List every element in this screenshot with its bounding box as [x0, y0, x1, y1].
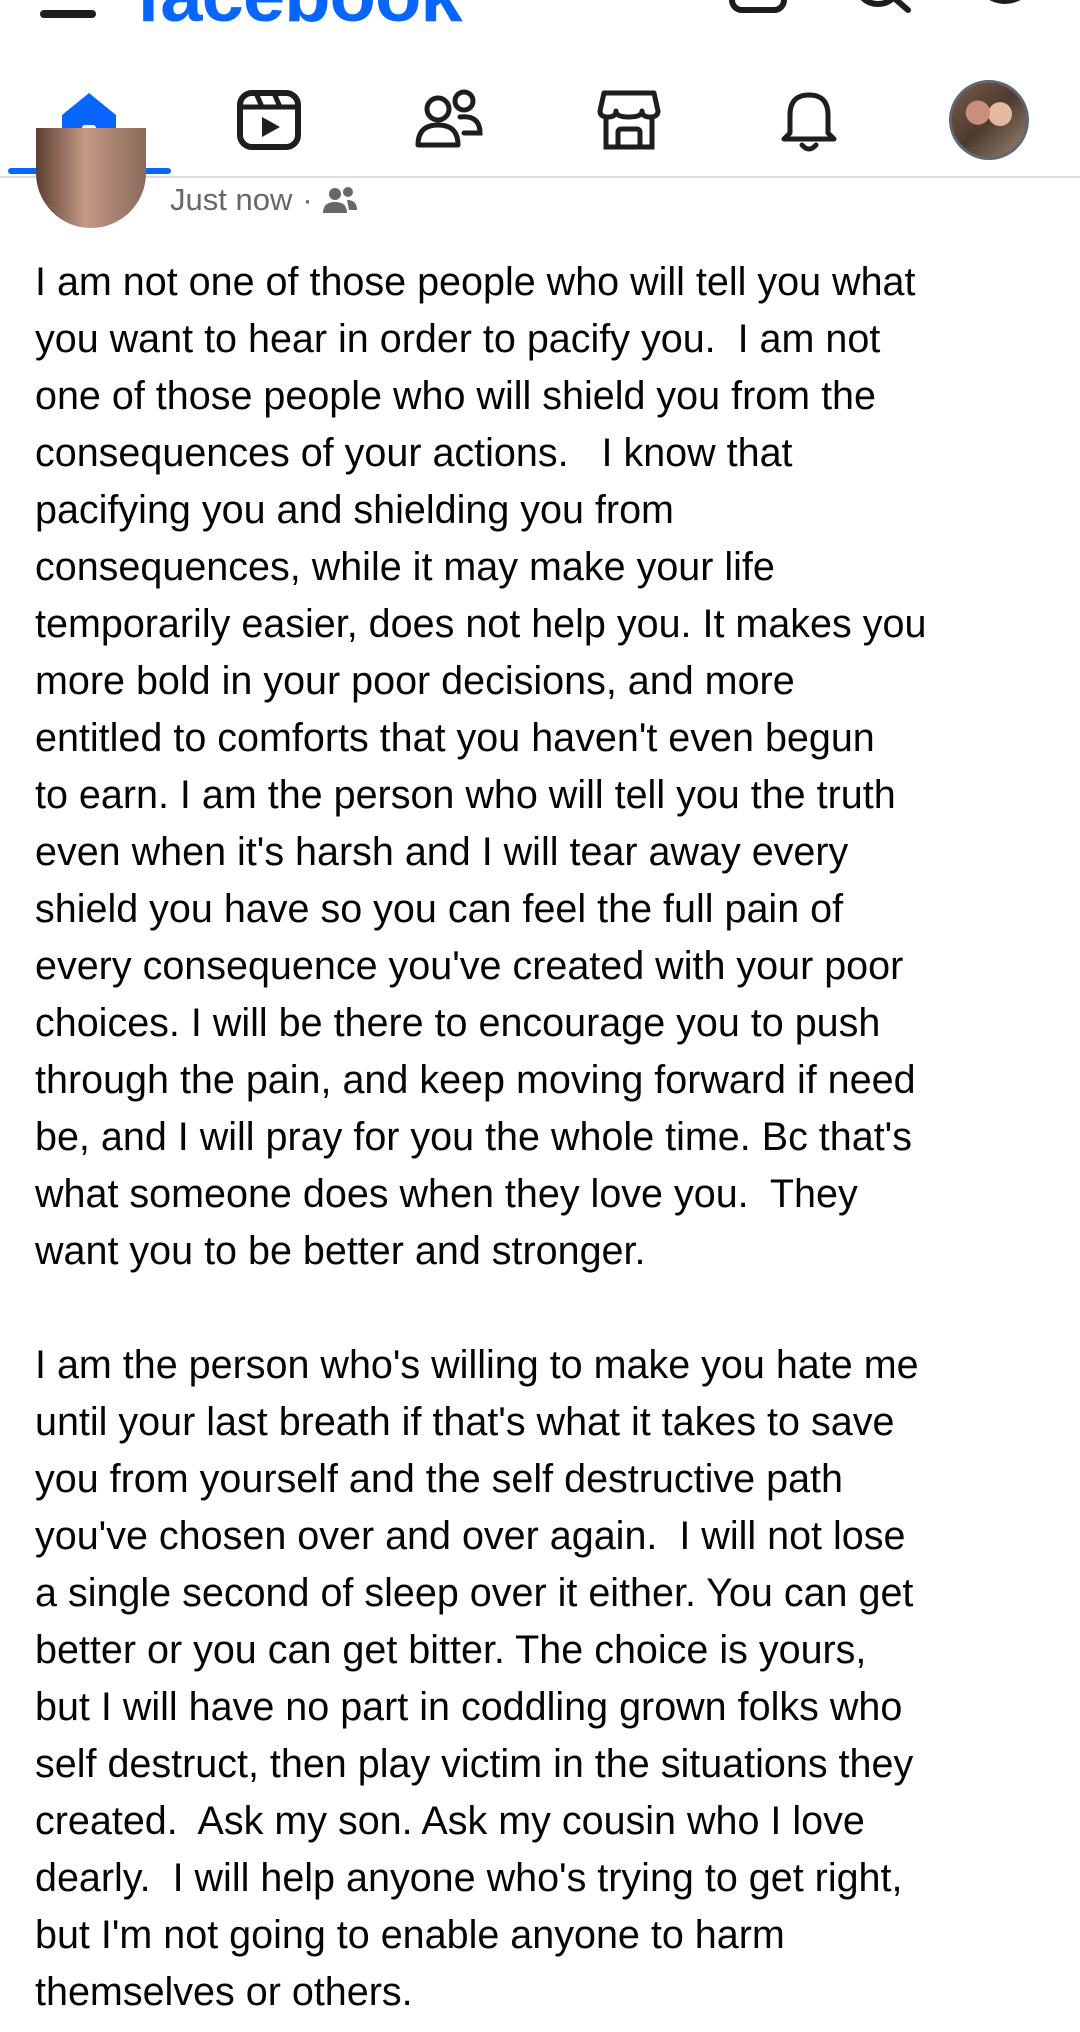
post-text-line: consequences of your actions. I know tha… [35, 431, 793, 475]
post-text-line: temporarily easier, does not help you. I… [35, 602, 927, 646]
post-text-line: a single second of sleep over it either.… [35, 1571, 914, 1615]
post-text-line: every consequence you've created with yo… [35, 944, 904, 988]
post-text-line: you want to hear in order to pacify you.… [35, 317, 881, 361]
top-bar: facebook [0, 0, 1080, 40]
main-nav [0, 64, 1080, 178]
post-text-line: what someone does when they love you. Th… [35, 1172, 858, 1216]
post-text-line: I am not one of those people who will te… [35, 260, 916, 304]
post-timestamp[interactable]: Just now [170, 182, 292, 218]
bell-icon [781, 92, 837, 152]
post-text-line: through the pain, and keep moving forwar… [35, 1058, 916, 1102]
author-avatar[interactable] [36, 128, 146, 228]
post-text-line: dearly. I will help anyone who's trying … [35, 1856, 903, 1900]
post-text-line: until your last breath if that's what it… [35, 1400, 895, 1444]
post-text-line: shield you have so you can feel the full… [35, 887, 844, 931]
friends-icon [415, 89, 483, 148]
meta-separator: · [302, 182, 313, 217]
post-text-line: pacifying you and shielding you from [35, 488, 674, 532]
search-icon[interactable] [848, 0, 918, 22]
post-text-line: I am the person who's willing to make yo… [35, 1343, 919, 1387]
post-text-line: but I'm not going to enable anyone to ha… [35, 1913, 785, 1957]
tab-notifications[interactable] [744, 64, 874, 176]
post-paragraph-2: I am the person who's willing to make yo… [35, 1337, 1065, 2021]
menu-icon[interactable] [40, 10, 96, 18]
tab-friends[interactable] [384, 64, 514, 176]
post-text-line: to earn. I am the person who will tell y… [35, 773, 896, 817]
post-paragraph-1: I am not one of those people who will te… [35, 254, 1065, 1280]
post-text-line: themselves or others. [35, 1970, 413, 2014]
post-text-line: better or you can get bitter. The choice… [35, 1628, 867, 1672]
video-icon [237, 90, 301, 150]
friends-audience-icon[interactable] [322, 185, 357, 215]
facebook-logo: facebook [136, 0, 463, 34]
post-text-line: you've chosen over and over again. I wil… [35, 1514, 906, 1558]
tab-marketplace[interactable] [564, 64, 694, 176]
post-text-line: more bold in your poor decisions, and mo… [35, 659, 795, 703]
post-text-line: you from yourself and the self destructi… [35, 1457, 843, 1501]
post-text-line: entitled to comforts that you haven't ev… [35, 716, 875, 760]
tab-video[interactable] [204, 64, 334, 176]
profile-avatar [949, 80, 1029, 160]
post-text-line: even when it's harsh and I will tear awa… [35, 830, 849, 874]
post-meta: Just now · [170, 182, 357, 218]
marketplace-icon [597, 90, 661, 150]
add-icon[interactable] [728, 0, 790, 22]
post-text-line: consequences, while it may make your lif… [35, 545, 775, 589]
tab-profile[interactable] [924, 64, 1054, 176]
post-text-line: want you to be better and stronger. [35, 1229, 646, 1273]
post-text-line: one of those people who will shield you … [35, 374, 876, 418]
post-text-line: choices. I will be there to encourage yo… [35, 1001, 881, 1045]
post-text-line: self destruct, then play victim in the s… [35, 1742, 914, 1786]
post-text-line: created. Ask my son. Ask my cousin who I… [35, 1799, 865, 1843]
post-text-line: be, and I will pray for you the whole ti… [35, 1115, 912, 1159]
messenger-icon[interactable] [970, 0, 1040, 22]
post-text-line: but I will have no part in coddling grow… [35, 1685, 903, 1729]
post-body: I am not one of those people who will te… [35, 254, 1065, 2021]
